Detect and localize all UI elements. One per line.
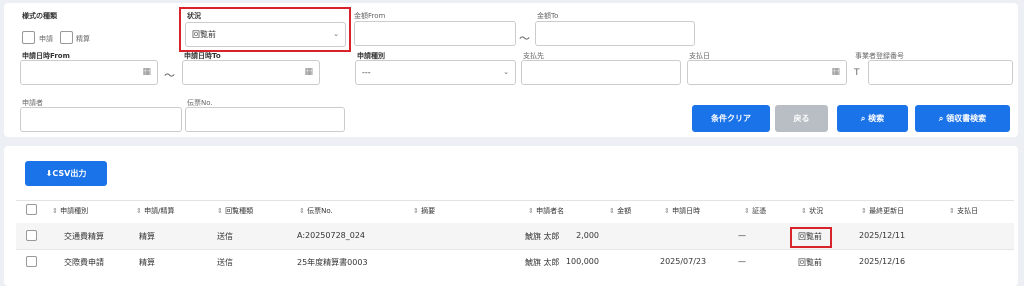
settlement-checkbox-label: 精算: [76, 35, 90, 43]
column-header-label: 申請者名: [536, 207, 565, 215]
column-header[interactable]: ⇕ 金額: [609, 206, 631, 216]
cell-kind: 精算: [139, 258, 155, 267]
search-button[interactable]: ⌕ 検索: [837, 105, 908, 132]
cell-kind: 精算: [139, 232, 155, 241]
filter-panel: 様式の種類 申請 精算 状況 回覧前 ⌄ 金額From ～ 金額To 申請日時F…: [4, 3, 1018, 137]
sort-icon: ⇕: [217, 207, 226, 215]
column-header[interactable]: ⇕ 申請種別: [52, 206, 88, 216]
row-checkbox[interactable]: [26, 256, 37, 267]
sort-icon: ⇕: [801, 207, 810, 215]
column-header[interactable]: ⇕ 回覧種類: [217, 206, 253, 216]
cell-updated: 2025/12/11: [859, 231, 906, 240]
payee-input[interactable]: [521, 60, 681, 85]
column-header-label: 摘要: [421, 207, 436, 215]
form-type-label: 様式の種類: [22, 12, 57, 20]
calendar-icon[interactable]: ▦: [142, 61, 151, 84]
back-button[interactable]: 戻る: [775, 105, 828, 132]
column-header-label: 状況: [809, 207, 824, 215]
cell-type: 交通費精算: [64, 232, 104, 241]
clear-button[interactable]: 条件クリア: [692, 105, 770, 132]
receipt-search-button-label: 領収書検索: [946, 114, 987, 123]
sort-icon: ⇕: [609, 207, 618, 215]
cell-updated: 2025/12/16: [859, 257, 906, 266]
cell-evidence: —: [738, 257, 746, 266]
cell-voucher[interactable]: 25年度精算書0003: [297, 257, 368, 268]
cell-name: 鯱旗 太郎: [525, 258, 560, 267]
column-header-label: 申請種別: [60, 207, 89, 215]
calendar-icon[interactable]: ▦: [304, 61, 313, 84]
date-from-input[interactable]: ▦: [20, 60, 158, 85]
cell-status: 回覧前: [798, 258, 822, 267]
column-header-label: 最終更新日: [869, 207, 905, 215]
reg-no-prefix: T: [854, 68, 860, 78]
cell-voucher[interactable]: A:20250728_024: [297, 231, 365, 240]
column-header[interactable]: ⇕ 支払日: [949, 206, 978, 216]
cell-name: 鯱旗 太郎: [525, 232, 560, 241]
column-header-label: 伝票No.: [307, 207, 333, 215]
column-header[interactable]: ⇕ 最終更新日: [861, 206, 904, 216]
csv-export-label: CSV出力: [52, 169, 87, 178]
settlement-checkbox[interactable]: [60, 31, 73, 44]
application-checkbox[interactable]: [22, 31, 35, 44]
sort-icon: ⇕: [664, 207, 673, 215]
column-header-label: 申請日時: [672, 207, 701, 215]
sort-icon: ⇕: [744, 207, 753, 215]
select-all-checkbox[interactable]: [26, 204, 37, 215]
column-header[interactable]: ⇕ 申請日時: [664, 206, 700, 216]
cell-evidence: —: [738, 231, 746, 240]
column-header-label: 申請/精算: [144, 207, 175, 215]
amount-tilde: ～: [519, 32, 530, 45]
sort-icon: ⇕: [861, 207, 870, 215]
column-header[interactable]: ⇕ 伝票No.: [299, 206, 333, 216]
status-highlight-box: [179, 7, 351, 52]
status-cell-highlight-box: [790, 227, 832, 248]
column-header[interactable]: ⇕ 状況: [801, 206, 823, 216]
cell-date: 2025/07/23: [660, 257, 707, 266]
receipt-search-button[interactable]: ⌕ 領収書検索: [915, 105, 1010, 132]
column-header-label: 支払日: [957, 207, 979, 215]
sort-icon: ⇕: [299, 207, 308, 215]
application-checkbox-label: 申請: [39, 35, 53, 43]
app-type-select[interactable]: --- ⌄: [355, 60, 516, 85]
column-header[interactable]: ⇕ 証憑: [744, 206, 766, 216]
amount-from-label: 金額From: [354, 12, 386, 20]
results-panel: ⬇CSV出力 ⇕ 申請種別 ⇕ 申請/精算 ⇕ 回覧種類 ⇕ 伝票No. ⇕ 摘要 ⇕ 申…: [4, 146, 1018, 286]
table-top-divider: [16, 200, 1014, 201]
column-header-label: 証憑: [752, 207, 767, 215]
column-header-label: 金額: [617, 207, 632, 215]
column-header[interactable]: ⇕ 申請者名: [528, 206, 564, 216]
row-divider: [16, 249, 1014, 250]
amount-to-label: 金額To: [537, 12, 559, 20]
cell-amount: 2,000: [576, 231, 599, 240]
reg-no-input[interactable]: [868, 60, 1013, 85]
sort-icon: ⇕: [136, 207, 145, 215]
cell-circ: 送信: [217, 232, 233, 241]
cell-circ: 送信: [217, 258, 233, 267]
sort-icon: ⇕: [528, 207, 537, 215]
applicant-input[interactable]: [20, 107, 182, 132]
date-tilde: ～: [164, 69, 175, 82]
pay-date-input[interactable]: ▦: [687, 60, 847, 85]
voucher-input[interactable]: [185, 107, 345, 132]
amount-from-input[interactable]: [354, 21, 516, 46]
cell-amount: 100,000: [565, 257, 599, 266]
column-header[interactable]: ⇕ 摘要: [413, 206, 435, 216]
sort-icon: ⇕: [949, 207, 958, 215]
app-type-select-value: ---: [362, 68, 371, 77]
calendar-icon[interactable]: ▦: [831, 61, 840, 84]
search-button-label: 検索: [868, 114, 885, 123]
cell-type: 交際費申請: [64, 258, 104, 267]
amount-to-input[interactable]: [535, 21, 695, 46]
column-header[interactable]: ⇕ 申請/精算: [136, 206, 174, 216]
sort-icon: ⇕: [413, 207, 422, 215]
row-checkbox[interactable]: [26, 230, 37, 241]
column-header-label: 回覧種類: [225, 207, 254, 215]
date-to-input[interactable]: ▦: [182, 60, 320, 85]
csv-export-button[interactable]: ⬇CSV出力: [25, 161, 107, 186]
chevron-down-icon: ⌄: [503, 68, 509, 76]
sort-icon: ⇕: [52, 207, 61, 215]
